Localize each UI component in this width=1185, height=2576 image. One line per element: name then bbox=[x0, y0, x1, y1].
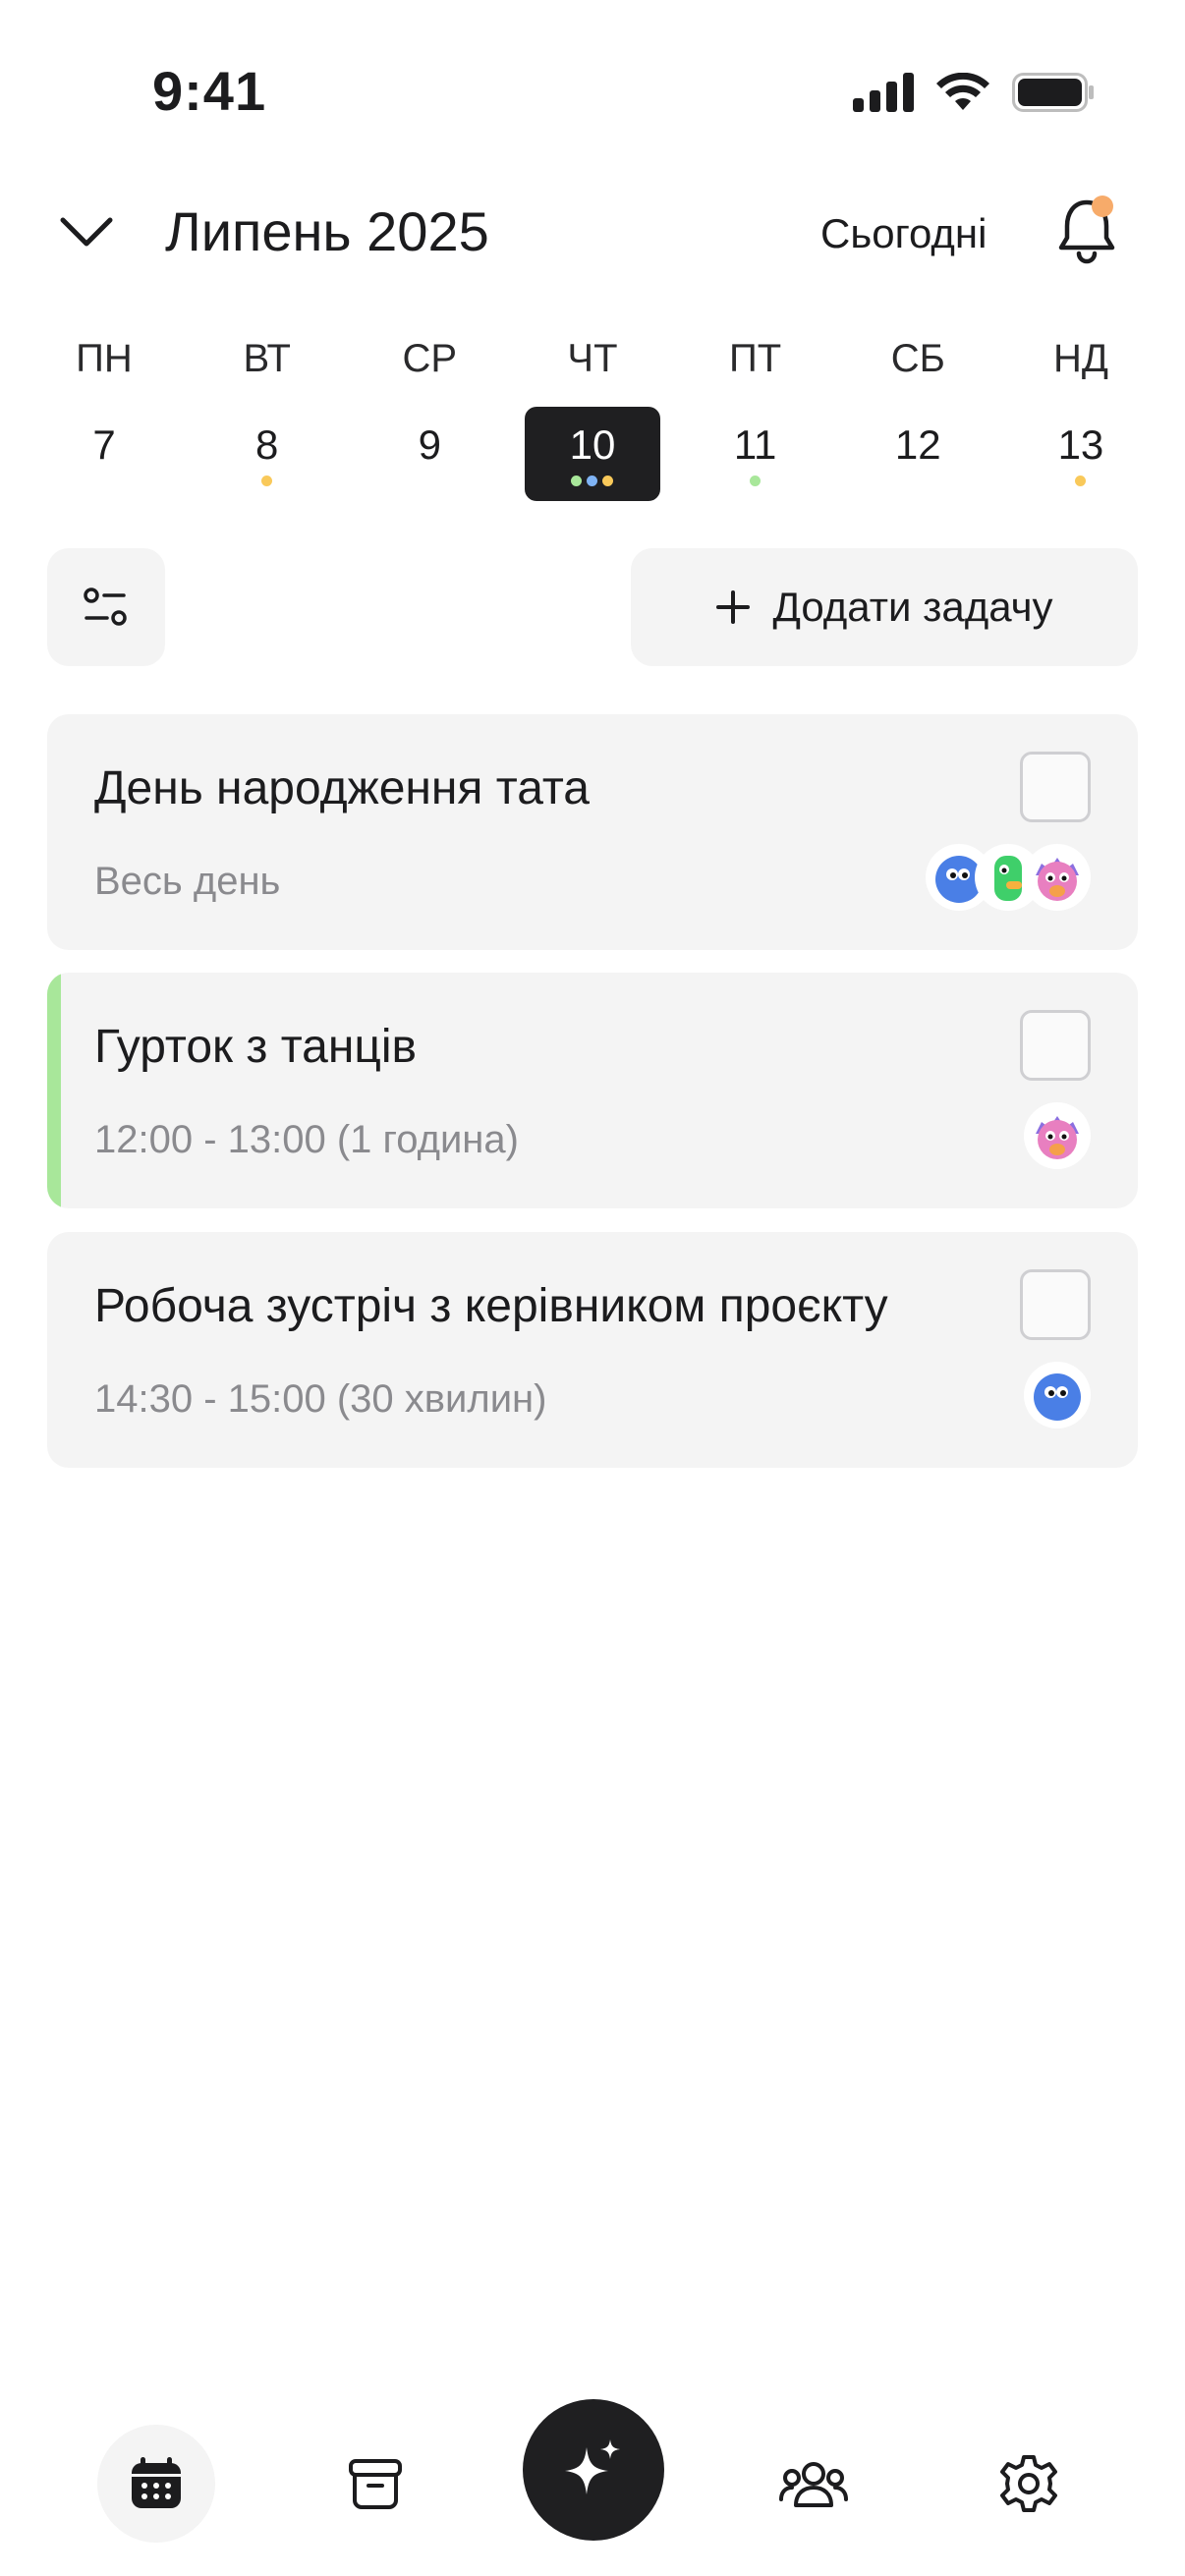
task-card[interactable]: Гурток з танців 12:00 - 13:00 (1 година) bbox=[47, 973, 1138, 1208]
tab-family[interactable] bbox=[755, 2425, 873, 2543]
wifi-icon bbox=[936, 73, 989, 110]
event-dot bbox=[602, 476, 614, 486]
task-avatars bbox=[1024, 1102, 1091, 1169]
add-task-label: Додати задачу bbox=[772, 584, 1053, 630]
event-dot bbox=[587, 476, 598, 486]
notification-badge bbox=[1092, 196, 1113, 217]
task-checkbox[interactable] bbox=[1020, 1010, 1091, 1081]
status-bar: 9:41 bbox=[0, 0, 1185, 187]
bell-icon bbox=[1058, 199, 1115, 264]
date-cell[interactable]: 9 bbox=[362, 407, 497, 501]
family-icon bbox=[779, 2462, 848, 2507]
date-number: 13 bbox=[1057, 421, 1104, 468]
task-checkbox[interactable] bbox=[1020, 752, 1091, 822]
day-of-week-label: СР bbox=[402, 337, 458, 380]
chevron-down-icon bbox=[60, 217, 113, 247]
week-strip: ПН 7 ВТ 8 СР 9 ЧТ 10 ПТ 11 СБ 12 НД 13 bbox=[35, 324, 1150, 501]
date-cell[interactable]: 13 bbox=[1013, 407, 1149, 501]
plus-icon bbox=[716, 590, 751, 624]
task-avatars bbox=[1024, 1362, 1091, 1428]
event-dots bbox=[750, 476, 762, 487]
event-dots bbox=[1075, 476, 1087, 487]
battery-icon bbox=[1012, 73, 1094, 112]
blue-monster-avatar bbox=[1024, 1362, 1091, 1428]
tab-settings[interactable] bbox=[970, 2425, 1088, 2543]
month-title[interactable]: Липень 2025 bbox=[165, 196, 489, 267]
date-number: 9 bbox=[418, 421, 441, 468]
pink-monster-avatar bbox=[1024, 1102, 1091, 1169]
date-number: 11 bbox=[733, 421, 777, 468]
status-time: 9:41 bbox=[152, 60, 267, 122]
event-dot bbox=[750, 476, 762, 486]
pink-monster-avatar bbox=[1024, 844, 1091, 911]
day-of-week-label: ЧТ bbox=[567, 337, 618, 380]
day-column-mon[interactable]: ПН 7 bbox=[35, 324, 173, 501]
status-icons bbox=[853, 73, 1095, 112]
date-cell[interactable]: 7 bbox=[36, 407, 172, 501]
day-of-week-label: СБ bbox=[890, 337, 945, 380]
event-dot bbox=[571, 476, 583, 486]
event-dots bbox=[571, 476, 614, 487]
task-card[interactable]: День народження тата Весь день bbox=[47, 714, 1138, 950]
event-dots bbox=[261, 476, 273, 487]
add-task-button[interactable]: Додати задачу bbox=[631, 548, 1138, 666]
day-of-week-label: НД bbox=[1052, 337, 1108, 380]
task-title: Робоча зустріч з керівником проєкту bbox=[94, 1280, 888, 1332]
date-cell-selected[interactable]: 10 bbox=[524, 407, 660, 501]
date-number: 7 bbox=[92, 421, 116, 468]
tab-archive[interactable] bbox=[316, 2425, 434, 2543]
toolbar: Додати задачу bbox=[47, 548, 1138, 666]
task-title: Гурток з танців bbox=[94, 1021, 418, 1073]
date-number: 10 bbox=[569, 421, 616, 468]
today-button[interactable]: Сьогодні bbox=[820, 206, 987, 261]
filter-icon bbox=[84, 588, 127, 626]
month-picker-chevron[interactable] bbox=[51, 196, 122, 267]
task-time: Весь день bbox=[94, 860, 281, 903]
day-column-sun[interactable]: НД 13 bbox=[1012, 324, 1150, 501]
archive-icon bbox=[349, 2459, 402, 2509]
calendar-icon bbox=[132, 2457, 181, 2508]
day-of-week-label: ПТ bbox=[729, 337, 782, 380]
day-column-fri[interactable]: ПТ 11 bbox=[687, 324, 824, 501]
settings-icon bbox=[1000, 2455, 1057, 2512]
date-cell[interactable]: 8 bbox=[199, 407, 335, 501]
sparkle-icon bbox=[565, 2439, 620, 2494]
notifications-button[interactable] bbox=[1047, 193, 1126, 271]
date-cell[interactable]: 12 bbox=[850, 407, 986, 501]
date-cell[interactable]: 11 bbox=[688, 407, 823, 501]
day-of-week-label: ПН bbox=[76, 337, 133, 380]
ai-assistant-button[interactable] bbox=[523, 2399, 664, 2541]
day-column-sat[interactable]: СБ 12 bbox=[849, 324, 987, 501]
task-time: 12:00 - 13:00 (1 година) bbox=[94, 1118, 519, 1161]
day-column-wed[interactable]: СР 9 bbox=[361, 324, 498, 501]
event-dot bbox=[1075, 476, 1087, 486]
filter-button[interactable] bbox=[47, 548, 165, 666]
day-column-thu[interactable]: ЧТ 10 bbox=[524, 324, 661, 501]
task-time: 14:30 - 15:00 (30 хвилин) bbox=[94, 1377, 547, 1421]
date-number: 8 bbox=[254, 421, 279, 468]
signal-icon bbox=[853, 73, 914, 112]
day-of-week-label: ВТ bbox=[243, 337, 291, 380]
task-checkbox[interactable] bbox=[1020, 1269, 1091, 1340]
task-title: День народження тата bbox=[94, 762, 590, 814]
day-column-tue[interactable]: ВТ 8 bbox=[198, 324, 336, 501]
date-number: 12 bbox=[894, 421, 941, 468]
event-dot bbox=[261, 476, 273, 486]
task-card[interactable]: Робоча зустріч з керівником проєкту 14:3… bbox=[47, 1232, 1138, 1468]
tab-calendar[interactable] bbox=[97, 2425, 215, 2543]
task-avatars bbox=[926, 844, 1091, 911]
